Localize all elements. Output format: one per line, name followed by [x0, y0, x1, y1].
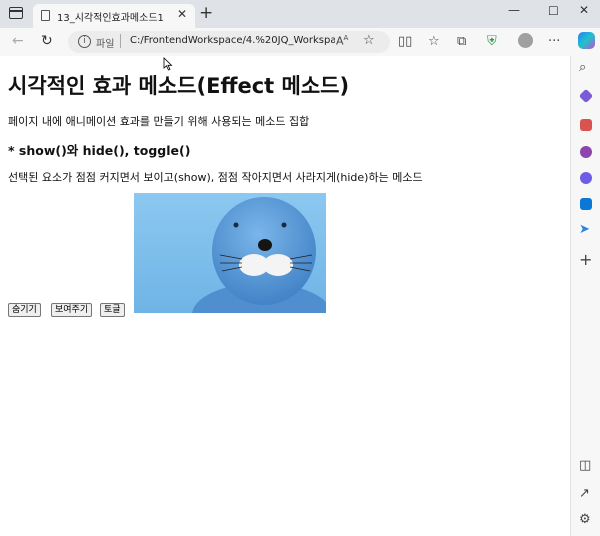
copilot-icon[interactable] — [578, 32, 595, 49]
tab-title: 13_시각적인효과메소드1 — [57, 13, 164, 24]
maximize-button[interactable]: ☐ — [548, 4, 559, 18]
minimize-button[interactable]: — — [508, 3, 520, 17]
search-icon[interactable]: ⌕ — [579, 60, 586, 75]
external-link-icon[interactable]: ↗ — [579, 486, 590, 501]
page-description: 페이지 내에 애니메이션 효과를 만들기 위해 사용되는 메소드 집합 — [8, 115, 310, 128]
new-tab-button[interactable]: + — [199, 3, 213, 23]
show-button[interactable]: 보여주기 — [51, 303, 93, 317]
info-icon[interactable]: i — [78, 35, 91, 48]
office-icon[interactable] — [580, 172, 592, 184]
address-url[interactable]: C:/FrontendWorkspace/4.%20JQ_Workspace/.… — [130, 35, 335, 46]
seal-nose — [258, 239, 272, 251]
page-title: 시각적인 효과 메소드(Effect 메소드) — [8, 74, 350, 98]
tab-close-icon[interactable]: ✕ — [177, 7, 187, 21]
seal-head — [212, 197, 316, 305]
star-icon[interactable]: ☆ — [363, 33, 375, 48]
settings-icon[interactable]: ⚙ — [579, 512, 591, 527]
browser-window: 13_시각적인효과메소드1 ✕ + — ☐ ✕ ← ↻ i 파일 C:/Fron… — [0, 0, 600, 536]
collections-icon[interactable]: ⧉ — [457, 34, 466, 49]
shield-icon[interactable]: ⛨ — [487, 34, 497, 49]
hide-button[interactable]: 숨기기 — [8, 303, 41, 317]
address-divider — [120, 34, 121, 48]
outlook-icon[interactable] — [580, 198, 592, 210]
sidebar-toggle-icon[interactable]: ◫ — [579, 458, 591, 473]
mouse-cursor-icon — [163, 57, 173, 71]
address-scheme-label: 파일 — [96, 39, 115, 50]
back-icon[interactable]: ← — [12, 33, 24, 49]
tab-bar: 13_시각적인효과메소드1 ✕ + — ☐ ✕ — [0, 0, 600, 28]
seal-left-eye — [233, 222, 239, 228]
tag-icon[interactable] — [578, 88, 594, 104]
page-viewport: 시각적인 효과 메소드(Effect 메소드) 페이지 내에 애니메이션 효과를… — [0, 56, 570, 536]
close-button[interactable]: ✕ — [579, 3, 589, 17]
section-description: 선택된 요소가 점점 커지면서 보이고(show), 점점 작아지면서 사라지게… — [8, 171, 423, 184]
bonobono-image — [134, 193, 326, 313]
split-screen-icon[interactable]: ▯▯ — [398, 34, 412, 49]
people-icon[interactable] — [580, 146, 592, 158]
seal-right-eye — [281, 222, 287, 228]
browser-toolbar: ← ↻ i 파일 C:/FrontendWorkspace/4.%20JQ_Wo… — [0, 28, 600, 56]
tab-actions-icon[interactable] — [9, 7, 23, 19]
add-icon[interactable]: + — [579, 250, 592, 269]
favorites-icon[interactable]: ☆ — [428, 34, 440, 49]
more-icon[interactable]: ··· — [548, 34, 560, 49]
address-bar[interactable]: i 파일 C:/FrontendWorkspace/4.%20JQ_Worksp… — [68, 31, 390, 53]
toggle-button[interactable]: 토글 — [100, 303, 125, 317]
browser-tab[interactable]: 13_시각적인효과메소드1 ✕ — [33, 4, 195, 28]
section-heading: * show()와 hide(), toggle() — [8, 143, 191, 158]
read-aloud-icon[interactable]: AA — [336, 34, 348, 48]
page-icon — [41, 10, 50, 21]
seal-right-cheek — [263, 254, 293, 276]
send-icon[interactable]: ➤ — [579, 222, 590, 237]
refresh-icon[interactable]: ↻ — [41, 33, 53, 49]
profile-icon[interactable] — [518, 33, 533, 48]
toolbox-icon[interactable] — [580, 119, 592, 131]
browser-sidebar: ⌕ ➤ + ◫ ↗ ⚙ — [570, 56, 600, 536]
